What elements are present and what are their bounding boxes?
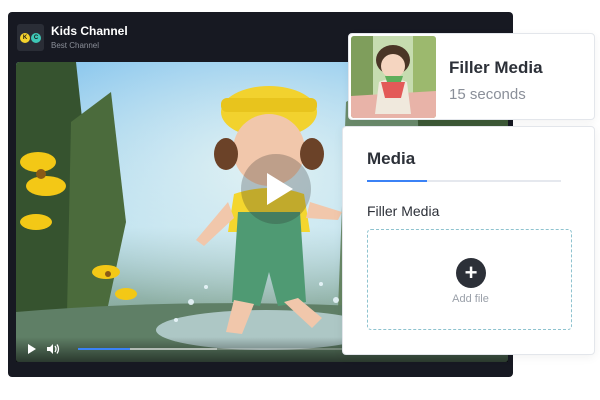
filler-media-duration: 15 seconds xyxy=(449,86,526,103)
video-progress-fill xyxy=(78,348,131,350)
play-overlay-button[interactable] xyxy=(241,154,311,224)
channel-subtitle: Best Channel xyxy=(51,41,100,50)
volume-icon[interactable] xyxy=(46,343,60,355)
add-file-dropzone[interactable]: + Add file xyxy=(367,229,572,330)
play-icon[interactable] xyxy=(28,344,36,354)
play-icon xyxy=(267,173,293,205)
tab-media[interactable]: Media xyxy=(367,149,415,169)
channel-logo-letter-c: C xyxy=(31,32,41,43)
tab-active-indicator xyxy=(367,180,427,182)
media-panel: Media Filler Media + Add file xyxy=(342,126,595,355)
channel-name: Kids Channel xyxy=(51,24,128,38)
add-file-label: Add file xyxy=(452,293,489,305)
channel-logo: K C xyxy=(17,24,44,51)
filler-media-card[interactable]: Filler Media 15 seconds xyxy=(348,33,595,120)
plus-icon[interactable]: + xyxy=(456,258,486,288)
channel-logo-letter-k: K xyxy=(20,32,30,43)
video-progress-bar[interactable] xyxy=(78,348,368,350)
filler-media-field-label: Filler Media xyxy=(367,203,440,219)
filler-media-thumbnail xyxy=(351,36,436,118)
filler-media-title: Filler Media xyxy=(449,58,543,77)
tab-underline xyxy=(367,180,561,182)
